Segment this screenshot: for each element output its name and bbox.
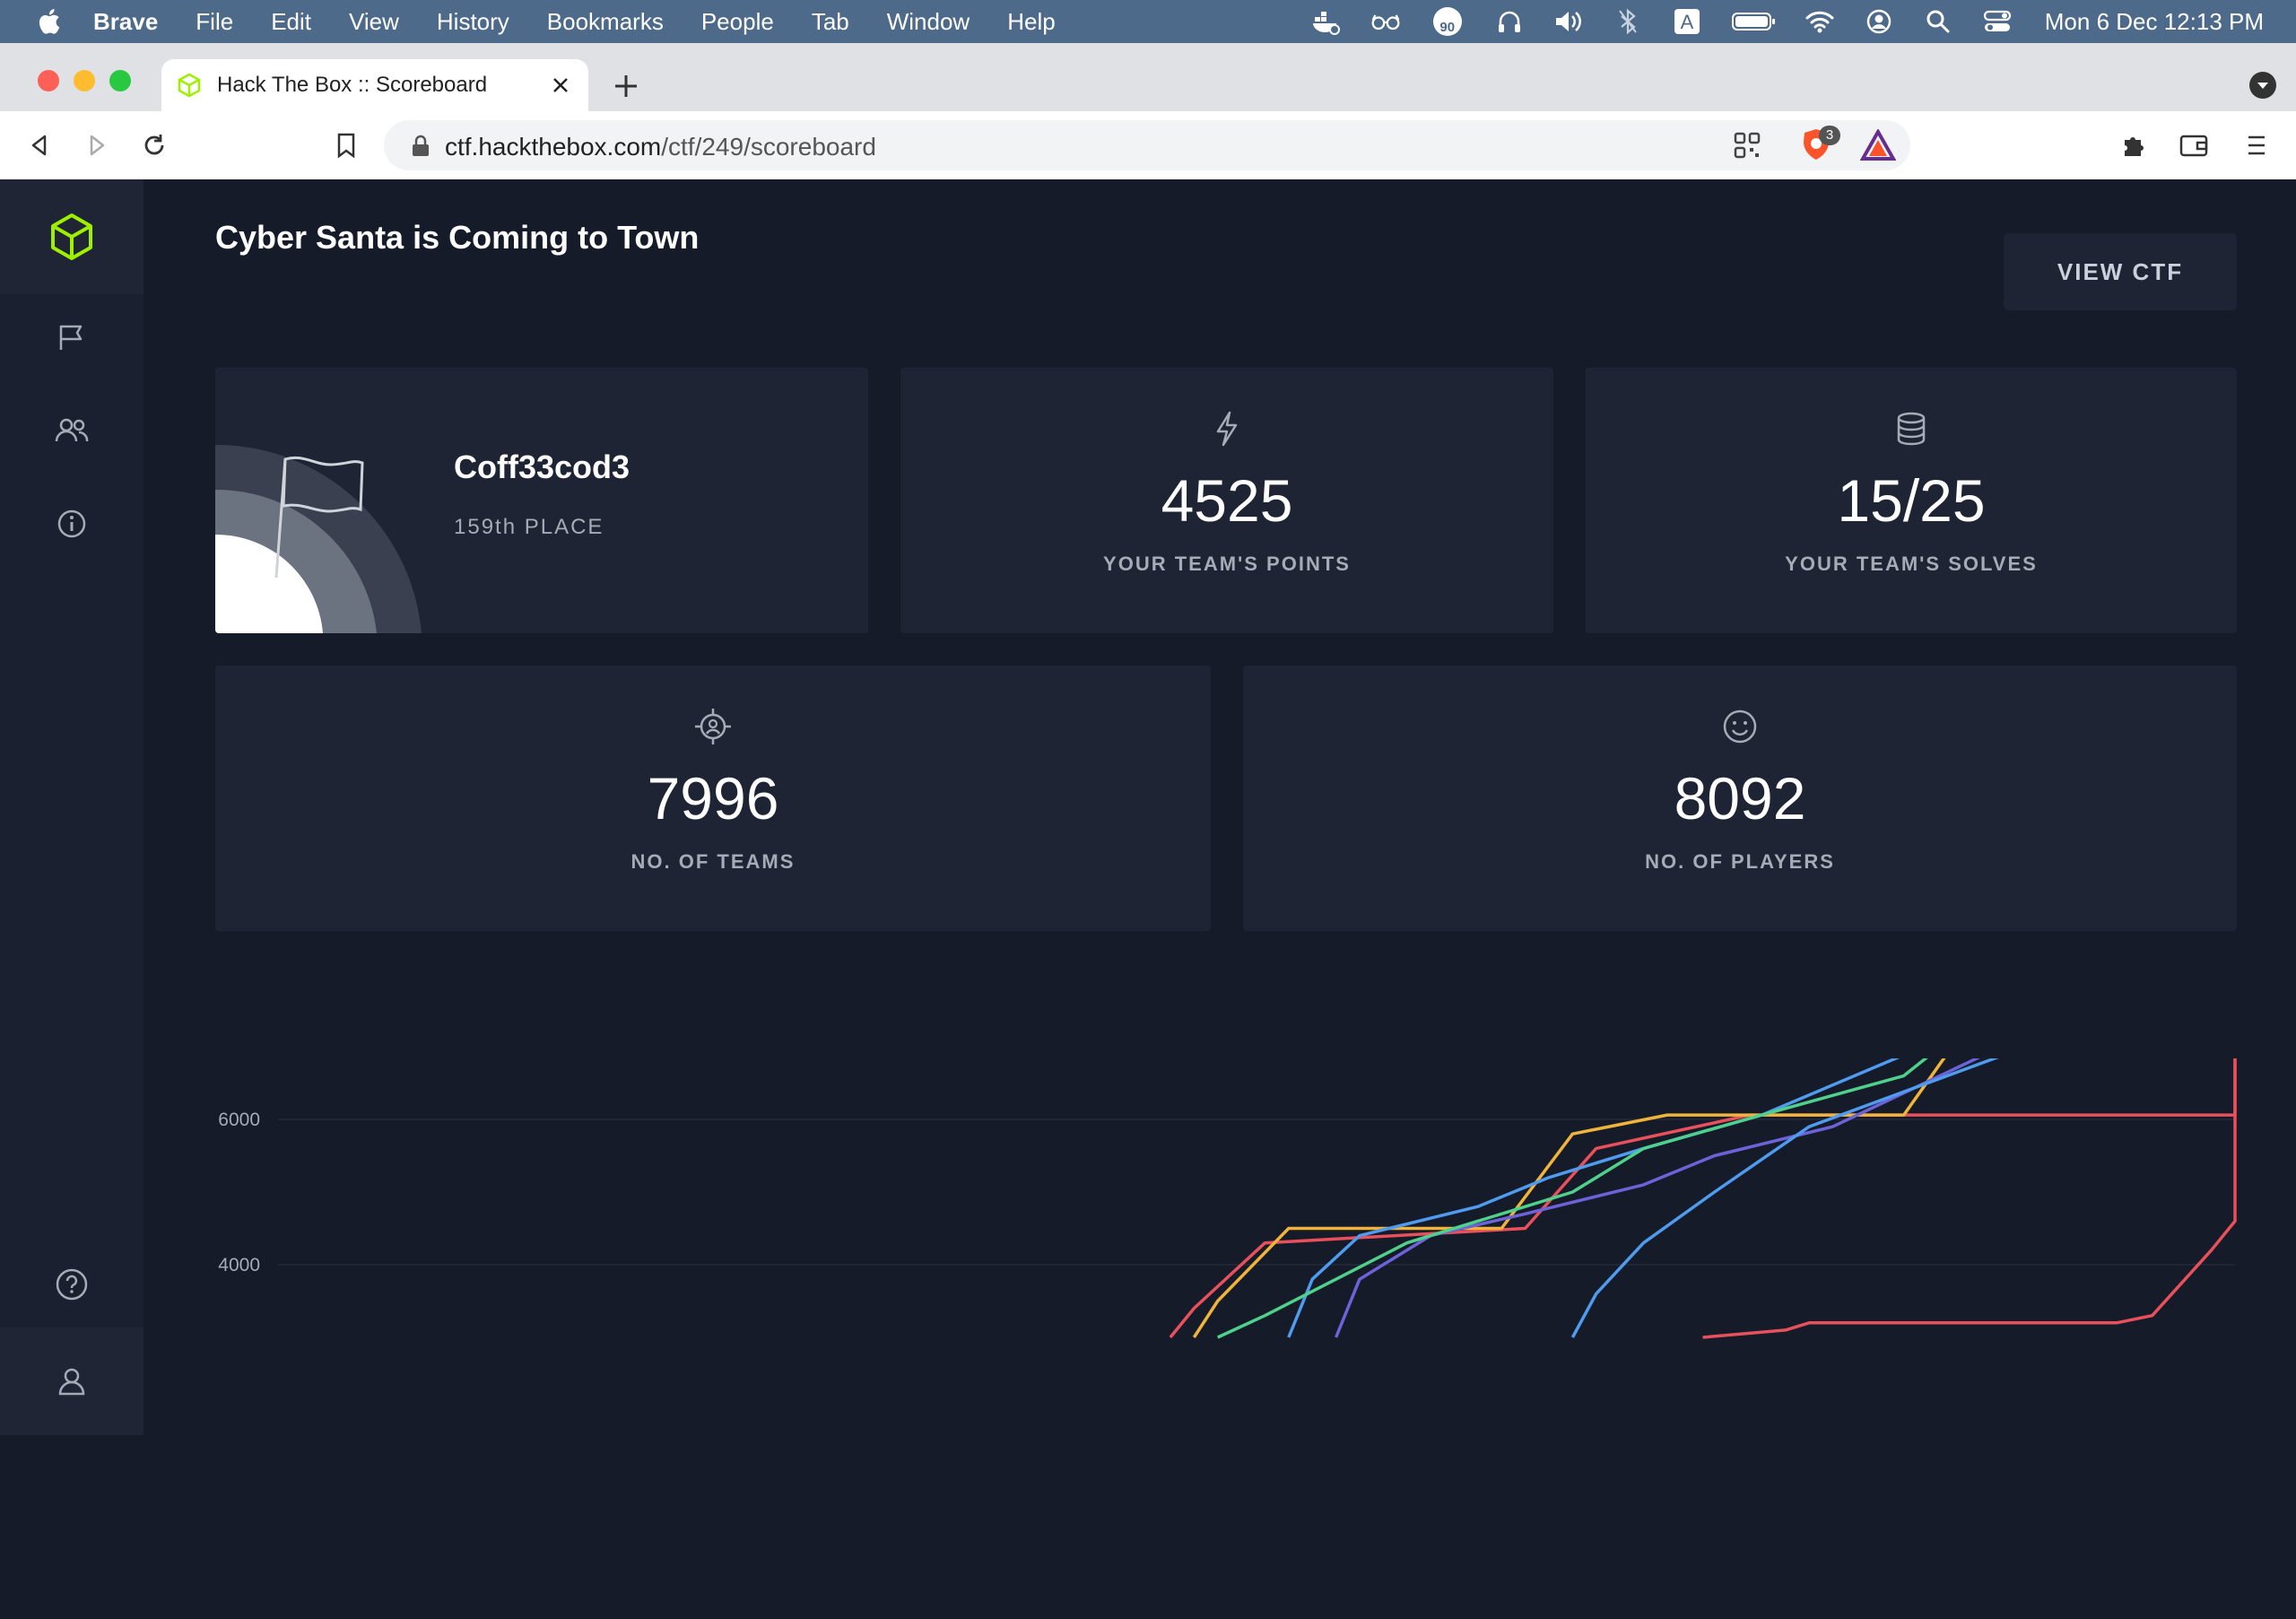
- control-center-icon[interactable]: [1982, 6, 2013, 37]
- address-bar[interactable]: ctf.hackthebox.com/ctf/249/scoreboard 3: [384, 120, 1910, 170]
- page-content: Cyber Santa is Coming to Town VIEW CTF C…: [0, 179, 2296, 1435]
- apple-icon[interactable]: [34, 5, 66, 38]
- team-solves-value: 15/25: [1837, 467, 1986, 534]
- sidebar-info-icon[interactable]: [50, 502, 93, 545]
- lightning-icon: [1216, 411, 1238, 447]
- window-close-button[interactable]: [38, 70, 59, 91]
- menubar-clock[interactable]: Mon 6 Dec 12:13 PM: [2045, 8, 2264, 36]
- wallet-icon[interactable]: [2178, 129, 2210, 161]
- badge-90-icon[interactable]: 90: [1430, 6, 1465, 37]
- menu-tab[interactable]: Tab: [812, 8, 849, 36]
- sidebar: [0, 179, 144, 1435]
- volume-icon[interactable]: [1553, 6, 1584, 37]
- macos-menu-bar: Brave File Edit View History Bookmarks P…: [0, 0, 2296, 43]
- url-path: /ctf/249/scoreboard: [661, 133, 876, 161]
- extensions-puzzle-icon[interactable]: [2118, 129, 2151, 161]
- window-minimize-button[interactable]: [74, 70, 95, 91]
- menu-bookmarks[interactable]: Bookmarks: [547, 8, 664, 36]
- keyboard-a-icon[interactable]: A: [1672, 6, 1702, 37]
- url-host: ctf.hackthebox.com: [445, 133, 662, 161]
- scoreboard-chart-svg: 800060004000: [218, 964, 2237, 1339]
- tab-search-chevron-icon[interactable]: [2249, 72, 2276, 99]
- badge-90-text: 90: [1439, 19, 1456, 35]
- menu-history[interactable]: History: [437, 8, 509, 36]
- profile-icon: [58, 1368, 85, 1396]
- forward-icon[interactable]: [81, 129, 113, 161]
- sidebar-profile[interactable]: [0, 1327, 144, 1435]
- svg-text:A: A: [1680, 11, 1693, 33]
- user-icon[interactable]: [1864, 6, 1894, 37]
- team-points-card: 4525 YOUR TEAM'S POINTS: [900, 368, 1553, 633]
- menu-edit[interactable]: Edit: [271, 8, 311, 36]
- menu-window[interactable]: Window: [887, 8, 970, 36]
- bookmark-icon[interactable]: [330, 129, 362, 161]
- htb-favicon-icon: [178, 73, 201, 98]
- menu-view[interactable]: View: [349, 8, 399, 36]
- docker-icon[interactable]: [1311, 6, 1342, 37]
- htb-cube-icon: [51, 213, 92, 260]
- sidebar-teams-icon[interactable]: [50, 409, 93, 452]
- team-name[interactable]: Coff33cod3: [454, 448, 630, 486]
- menu-people[interactable]: People: [701, 8, 774, 36]
- htb-logo[interactable]: [0, 179, 144, 294]
- glasses-icon[interactable]: [1370, 6, 1401, 37]
- team-place: 159th PLACE: [454, 515, 604, 539]
- menu-file[interactable]: File: [196, 8, 233, 36]
- chart-series-line-4[interactable]: [1287, 1001, 2236, 1338]
- browser-tab-active[interactable]: Hack The Box :: Scoreboard: [161, 59, 588, 111]
- tab-title: Hack The Box :: Scoreboard: [217, 73, 488, 97]
- number-of-teams-value: 7996: [647, 765, 779, 831]
- chart-series-line-2[interactable]: [1169, 981, 2237, 1339]
- bluetooth-icon[interactable]: [1613, 6, 1643, 37]
- rank-badge-graphic: [215, 445, 422, 633]
- back-icon[interactable]: [23, 129, 56, 161]
- battery-icon[interactable]: [1731, 6, 1776, 37]
- sidebar-challenges-flag-icon[interactable]: [50, 316, 93, 359]
- browser-tab-strip: Hack The Box :: Scoreboard: [0, 43, 2296, 111]
- view-ctf-button[interactable]: VIEW CTF: [2004, 233, 2237, 310]
- chart-y-tick-label: 4000: [218, 1255, 260, 1275]
- tab-close-icon[interactable]: [545, 70, 576, 100]
- reload-icon[interactable]: [138, 129, 170, 161]
- chart-y-tick-label: 6000: [218, 1110, 260, 1130]
- qr-code-icon[interactable]: [1733, 131, 1761, 160]
- team-solves-card: 15/25 YOUR TEAM'S SOLVES: [1586, 368, 2237, 633]
- new-tab-plus-icon[interactable]: [610, 70, 642, 102]
- wifi-icon[interactable]: [1805, 6, 1835, 37]
- headphones-icon[interactable]: [1494, 6, 1525, 37]
- browser-toolbar: ctf.hackthebox.com/ctf/249/scoreboard 3: [0, 111, 2296, 180]
- menu-app-brave[interactable]: Brave: [93, 8, 158, 36]
- menu-help[interactable]: Help: [1007, 8, 1055, 36]
- scoreboard-chart: 800060004000: [179, 964, 2296, 1615]
- team-points-value: 4525: [1161, 467, 1293, 534]
- chart-series-line-6[interactable]: [1216, 979, 2235, 1339]
- chart-series-line-3[interactable]: [1192, 979, 2235, 1338]
- ctf-title: Cyber Santa is Coming to Town: [215, 219, 700, 256]
- status-area: 90 A Mon 6 Dec 12:13 PM: [1283, 0, 2264, 43]
- chart-series-line-5[interactable]: [1334, 1001, 2235, 1338]
- url-text[interactable]: ctf.hackthebox.com/ctf/249/scoreboard: [445, 133, 876, 161]
- sidebar-help-icon[interactable]: [50, 1263, 93, 1306]
- team-rank-card: Coff33cod3 159th PLACE: [215, 368, 868, 633]
- brave-shields-icon[interactable]: 3: [1801, 126, 1840, 163]
- lock-icon[interactable]: [411, 135, 430, 158]
- chart-series-line-1[interactable]: [1702, 981, 2237, 1339]
- database-icon: [1897, 412, 1926, 446]
- smiley-icon: [1723, 709, 1757, 744]
- number-of-players-label: NO. OF PLAYERS: [1645, 850, 1835, 873]
- crosshair-icon: [695, 709, 731, 744]
- number-of-players-value: 8092: [1674, 765, 1806, 831]
- number-of-teams-label: NO. OF TEAMS: [631, 850, 796, 873]
- brave-rewards-icon[interactable]: [1859, 127, 1897, 161]
- team-solves-label: YOUR TEAM'S SOLVES: [1785, 553, 2038, 575]
- number-of-teams-card: 7996 NO. OF TEAMS: [215, 666, 1211, 931]
- number-of-players-card: 8092 NO. OF PLAYERS: [1243, 666, 2237, 931]
- team-points-label: YOUR TEAM'S POINTS: [1103, 553, 1351, 575]
- window-zoom-button[interactable]: [109, 70, 131, 91]
- search-icon[interactable]: [1923, 6, 1953, 37]
- shields-count-badge: 3: [1819, 126, 1840, 145]
- chart-series-line-7[interactable]: [1570, 979, 2236, 1338]
- browser-menu-icon[interactable]: [2240, 129, 2273, 161]
